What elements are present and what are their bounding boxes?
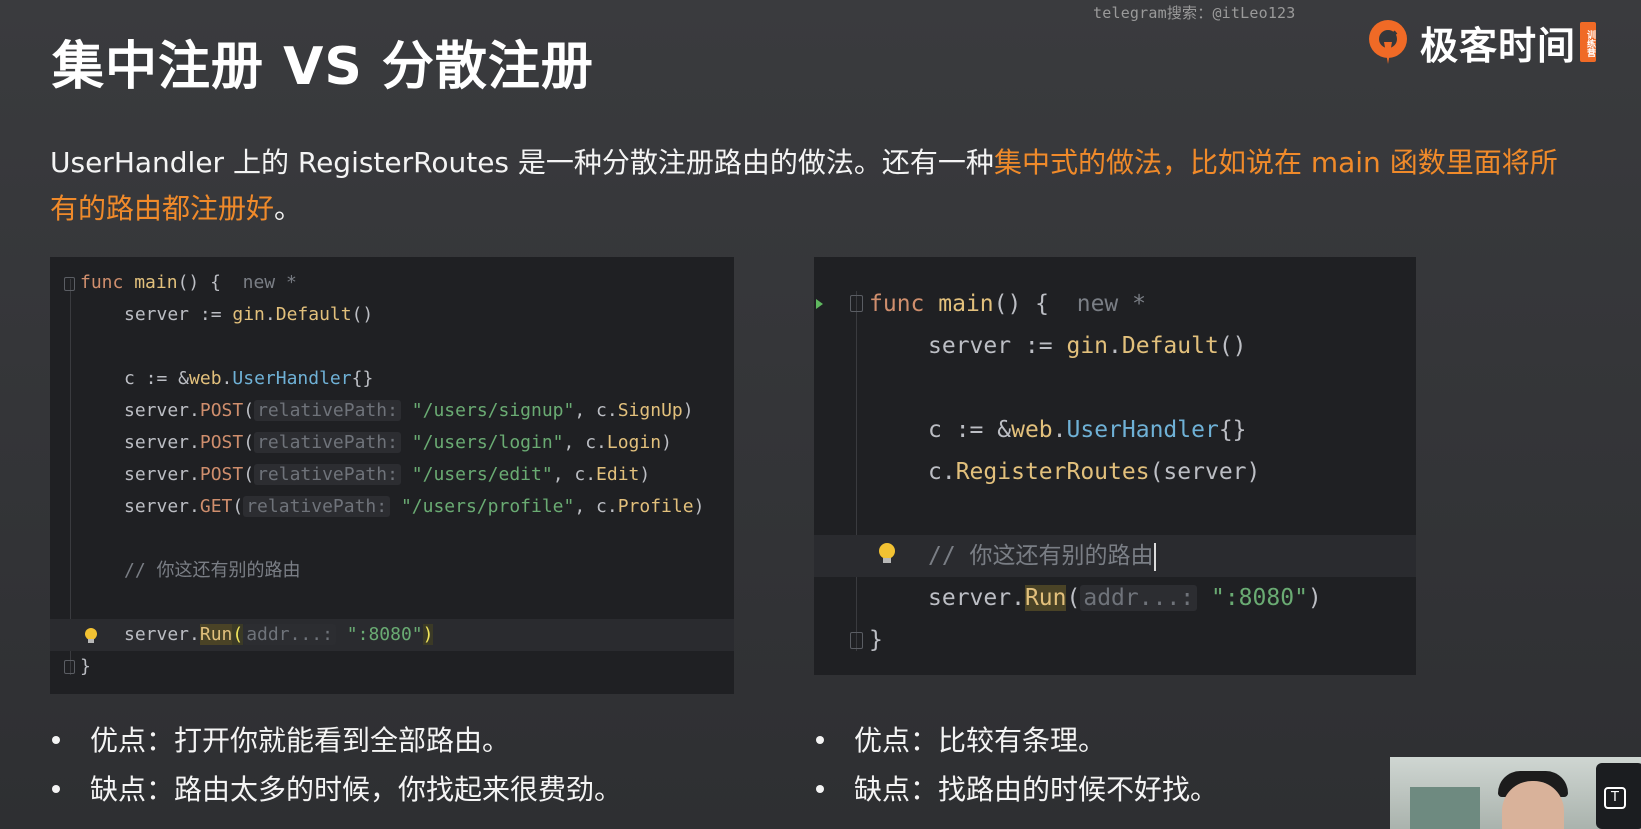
code-comment: // 你这还有别的路由	[124, 560, 301, 581]
code-line: c := &web.UserHandler{}	[928, 417, 1247, 443]
code-line-current[interactable]: server.Run(addr...: ":8080")	[50, 619, 734, 651]
lightbulb-icon[interactable]	[878, 542, 896, 566]
text-caret	[1153, 542, 1156, 571]
code-line: }	[869, 627, 883, 653]
webcam-overlay: T	[1390, 757, 1641, 829]
device-app-icon: T	[1604, 787, 1626, 809]
intro-paragraph: UserHandler 上的 RegisterRoutes 是一种分散注册路由的…	[50, 140, 1570, 232]
code-line: }	[80, 656, 91, 677]
telegram-watermark: telegram搜索：@itLeo123	[1093, 4, 1296, 22]
code-line: server.Run(addr...: ":8080")	[928, 585, 1322, 611]
bullet-dot-icon	[816, 736, 824, 744]
code-line: server := gin.Default()	[928, 333, 1247, 359]
right-pros-cons: 优点：比较有条理。 缺点：找路由的时候不好找。	[814, 716, 1218, 814]
bullet-dot-icon	[52, 736, 60, 744]
intro-text-1: UserHandler 上的 RegisterRoutes 是一种分散注册路由的…	[50, 146, 994, 179]
logo-text: 极客时间	[1420, 23, 1577, 68]
code-line: server.GET(relativePath: "/users/profile…	[124, 496, 705, 517]
list-item: 缺点：找路由的时候不好找。	[814, 765, 1218, 814]
code-line: c.RegisterRoutes(server)	[928, 459, 1261, 485]
list-item: 优点：打开你就能看到全部路由。	[50, 716, 622, 765]
geektime-logo: 极客时间 训练营	[1366, 14, 1597, 70]
code-line: server.POST(relativePath: "/users/signup…	[124, 400, 694, 421]
lightbulb-icon[interactable]	[84, 627, 98, 645]
code-line: server := gin.Default()	[124, 304, 374, 325]
left-code-panel: func main() { new * server := gin.Defaul…	[50, 257, 734, 694]
geektime-logo-icon	[1369, 20, 1407, 64]
list-item: 优点：比较有条理。	[814, 716, 1218, 765]
code-line: server.POST(relativePath: "/users/login"…	[124, 432, 672, 453]
logo-tag: 训练营	[1580, 22, 1597, 62]
webcam-background	[1410, 787, 1480, 829]
slide-title: 集中注册 VS 分散注册	[52, 37, 594, 97]
left-pros-cons: 优点：打开你就能看到全部路由。 缺点：路由太多的时候，你找起来很费劲。	[50, 716, 622, 814]
bullet-dot-icon	[52, 785, 60, 793]
code-line: func main() { new *	[80, 272, 297, 293]
code-line-current[interactable]: // 你这还有别的路由	[814, 535, 1416, 577]
code-line: c := &web.UserHandler{}	[124, 368, 374, 389]
code-line: func main() { new *	[869, 291, 1146, 317]
bullet-dot-icon	[816, 785, 824, 793]
intro-text-2: 。	[274, 192, 303, 225]
list-item: 缺点：路由太多的时候，你找起来很费劲。	[50, 765, 622, 814]
code-line: server.POST(relativePath: "/users/edit",…	[124, 464, 651, 485]
right-code-panel: func main() { new * server := gin.Defaul…	[814, 257, 1416, 675]
